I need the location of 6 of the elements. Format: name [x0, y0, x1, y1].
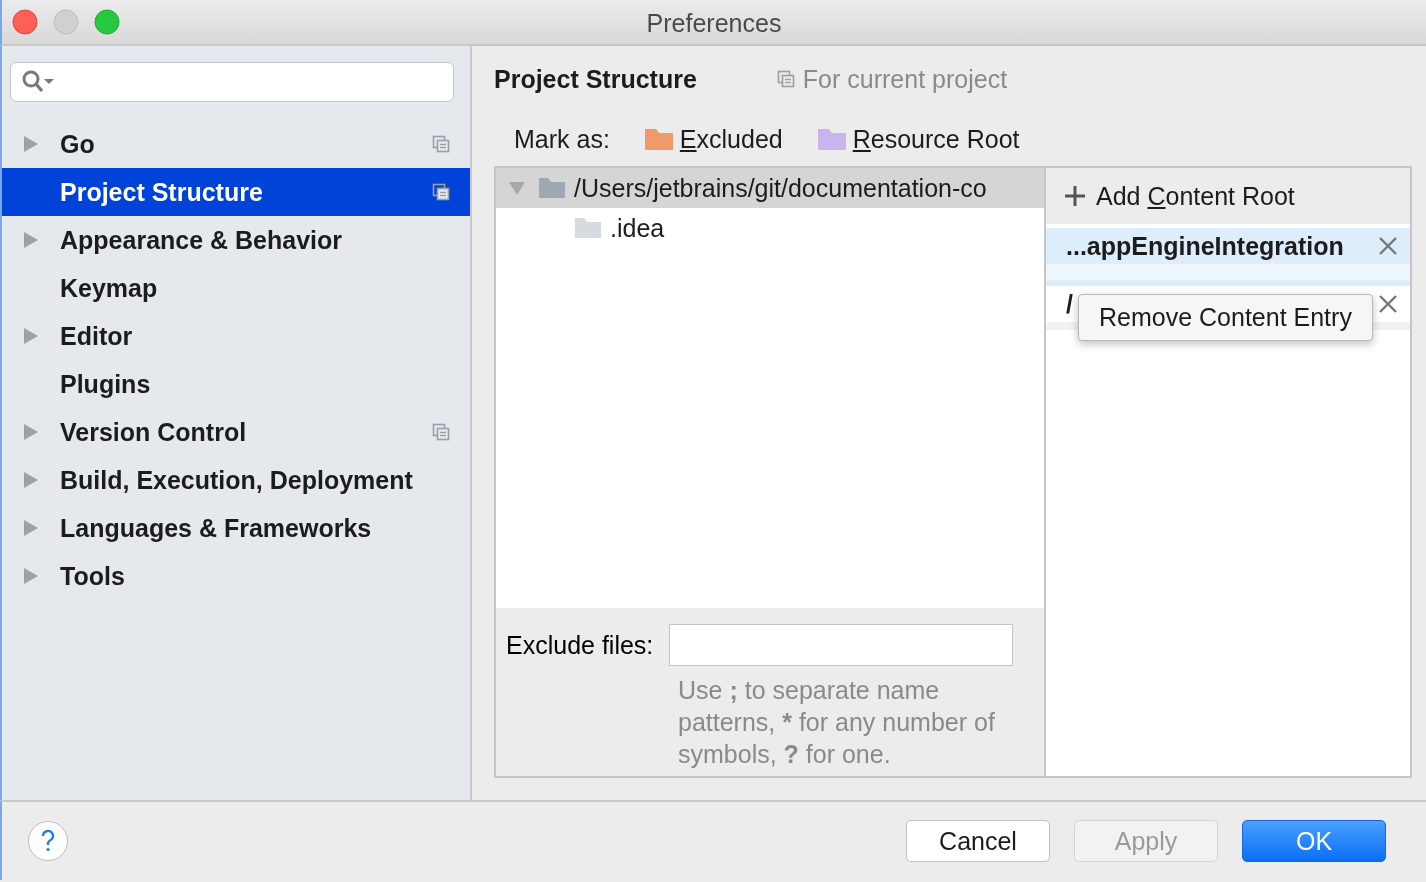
- page-title: Project Structure: [494, 64, 697, 94]
- hint-text: Use ; to separate name patterns, * for any number of symbols, ? for one.: [678, 675, 996, 770]
- mark-as-label: Mark as:: [514, 124, 610, 154]
- scope-label: For current project: [802, 64, 1008, 94]
- field-label: Exclude files:: [506, 630, 654, 660]
- window-title: Preferences: [646, 9, 782, 37]
